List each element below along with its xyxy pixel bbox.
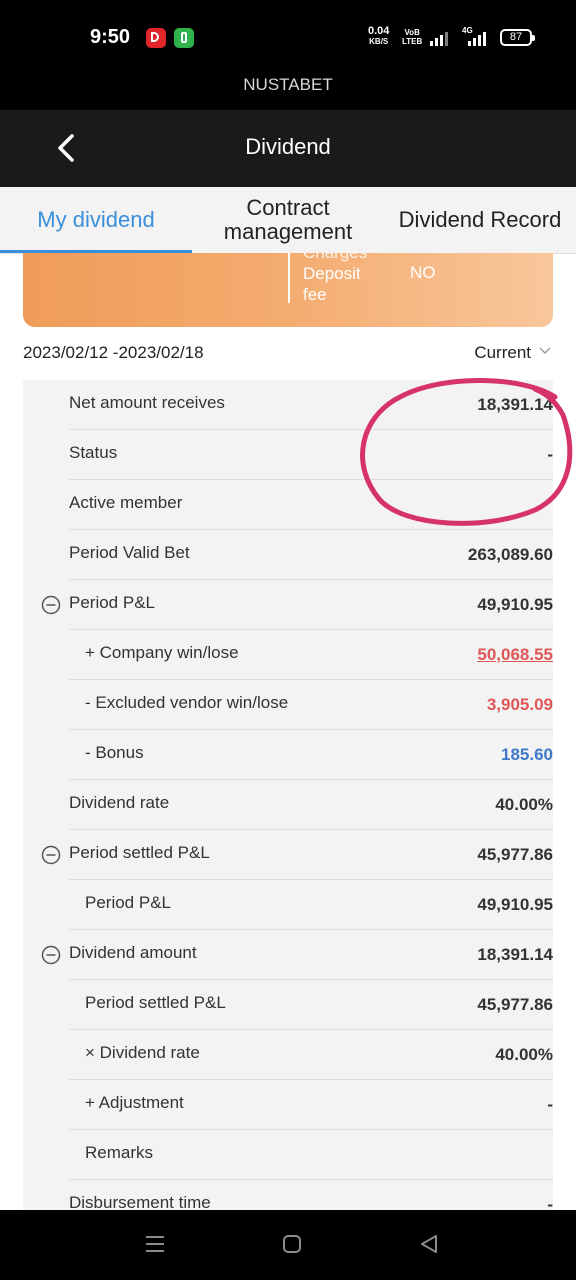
tab-dividend-record[interactable]: Dividend Record — [384, 187, 576, 253]
summary-banner: Charges Deposit fee NO — [23, 253, 553, 327]
network-speed: 0.04 KB/S — [368, 25, 390, 47]
row-label: + Company win/lose — [85, 643, 239, 662]
row-value: 3,905.09 — [486, 695, 553, 714]
row-value: 49,910.95 — [477, 595, 553, 614]
detail-row-remarks: Remarks — [69, 1130, 553, 1180]
row-label: Period Valid Bet — [69, 543, 190, 562]
row-label: Period P&L — [69, 593, 155, 612]
period-selector[interactable]: Current — [474, 343, 531, 363]
detail-row-excluded-vendor-win-lose: - Excluded vendor win/lose 3,905.09 — [69, 680, 553, 730]
row-value: 45,977.86 — [477, 845, 553, 864]
clock: 9:50 — [90, 26, 131, 48]
tab-contract-management[interactable]: Contract management — [205, 187, 371, 253]
network-type: 4G — [462, 26, 473, 35]
detail-row-dividend-amount: Dividend amount 18,391.14 — [41, 930, 553, 980]
row-value: 40.00% — [495, 1045, 553, 1064]
row-label: Dividend amount — [69, 943, 197, 962]
annotation-circle — [360, 377, 573, 526]
row-label: Active member — [69, 493, 183, 512]
row-label: × Dividend rate — [85, 1043, 200, 1062]
row-label: Period settled P&L — [85, 993, 226, 1012]
tab-bar: My dividend Contract management Dividend… — [0, 187, 576, 254]
system-nav-bar — [0, 1210, 576, 1280]
detail-row-period-settled-p-l: Period settled P&L 45,977.86 — [41, 830, 553, 880]
row-label: Remarks — [85, 1143, 154, 1162]
battery-icon: 87 — [500, 29, 535, 46]
page-title: Dividend — [245, 134, 331, 159]
row-label: + Adjustment — [85, 1093, 184, 1112]
row-value: 40.00% — [495, 795, 553, 814]
row-label: Net amount receives — [69, 393, 225, 412]
row-label: Period settled P&L — [69, 843, 210, 862]
battery-saver-icon — [174, 28, 194, 48]
row-value: 18,391.14 — [477, 945, 553, 964]
row-value: - — [547, 1095, 553, 1114]
detail-row-period-settled-p-l: Period settled P&L 45,977.86 — [69, 980, 553, 1030]
detail-row-bonus: - Bonus 185.60 — [69, 730, 553, 780]
row-label: - Excluded vendor win/lose — [85, 693, 289, 712]
row-label: Dividend rate — [69, 793, 170, 812]
back-icon[interactable] — [417, 1232, 441, 1256]
detail-row-period-valid-bet: Period Valid Bet 263,089.60 — [69, 530, 553, 580]
status-bar: 9:50 0.04 KB/S VoB LTEB 4G 87 — [0, 0, 576, 72]
app-name: NUSTABET — [0, 72, 576, 110]
collapse-icon[interactable] — [41, 845, 61, 865]
home-icon[interactable] — [280, 1232, 304, 1256]
chevron-down-icon[interactable] — [539, 345, 551, 357]
app-notification-icon — [146, 28, 166, 48]
banner-divider — [288, 253, 290, 303]
row-label: Status — [69, 443, 118, 462]
tab-my-dividend[interactable]: My dividend — [0, 187, 192, 253]
row-value: 49,910.95 — [477, 895, 553, 914]
date-range: 2023/02/12 -2023/02/18 — [23, 343, 204, 362]
row-label: Period P&L — [85, 893, 171, 912]
row-value: 45,977.86 — [477, 995, 553, 1014]
row-label: - Bonus — [85, 743, 144, 762]
date-filter-row: 2023/02/12 -2023/02/18 Current — [23, 343, 553, 365]
row-value[interactable]: 50,068.55 — [477, 645, 553, 665]
row-value: 185.60 — [501, 745, 553, 764]
menu-icon[interactable] — [143, 1232, 167, 1256]
detail-row-period-p-l: Period P&L 49,910.95 — [41, 580, 553, 630]
collapse-icon[interactable] — [41, 945, 61, 965]
deposit-fee-value: NO — [410, 263, 436, 282]
collapse-icon[interactable] — [41, 595, 61, 615]
volte-indicator: VoB LTEB — [402, 28, 423, 46]
header-bar: Dividend — [0, 110, 576, 187]
detail-row-dividend-rate: Dividend rate 40.00% — [69, 780, 553, 830]
row-value: 263,089.60 — [467, 545, 553, 564]
detail-row-company-win-lose: + Company win/lose 50,068.55 — [69, 630, 553, 680]
detail-row-adjustment: + Adjustment - — [69, 1080, 553, 1130]
detail-row-dividend-rate: × Dividend rate 40.00% — [69, 1030, 553, 1080]
detail-row-period-p-l: Period P&L 49,910.95 — [69, 880, 553, 930]
deposit-fee-label: Charges Deposit fee — [303, 253, 367, 304]
